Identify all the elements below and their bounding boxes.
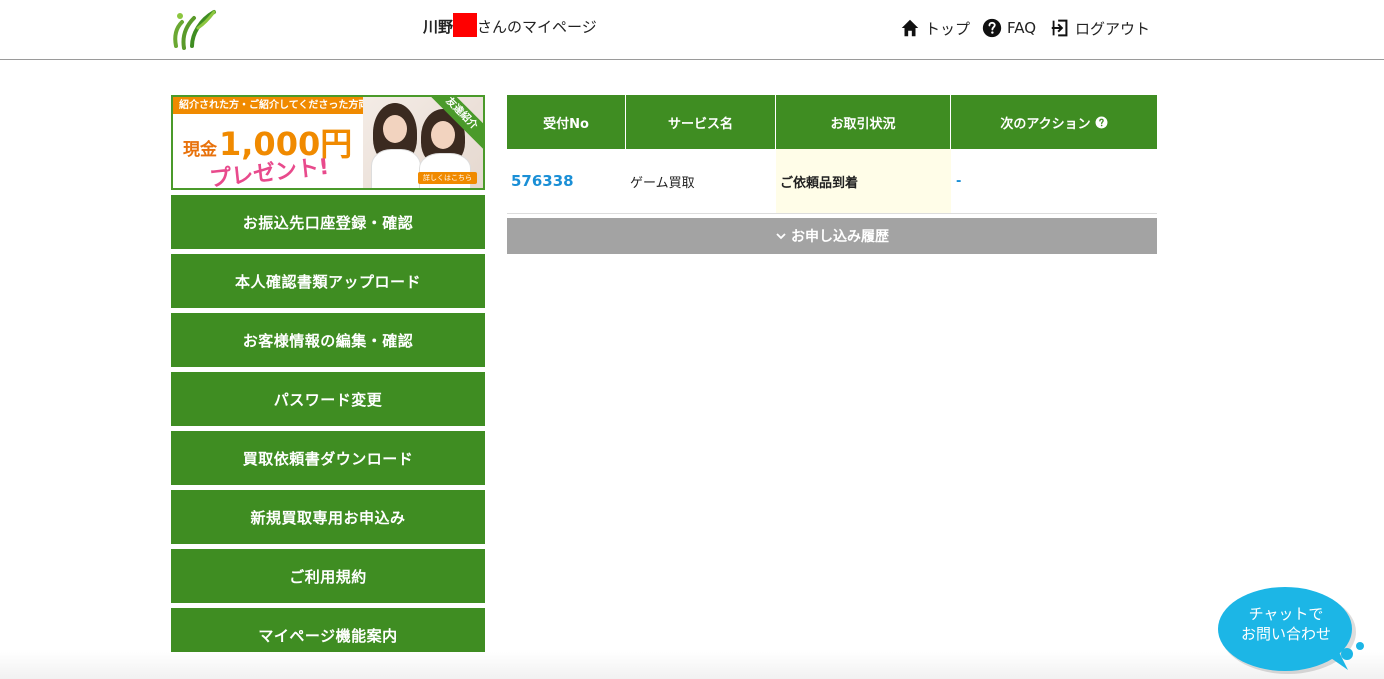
banner-detail-button[interactable]: 詳しくはこちら [418,172,477,184]
footer-fade [0,652,1384,679]
service-name-cell: ゲーム買取 [630,175,695,191]
header-reception-no: 受付No [507,95,626,149]
header-service-name: サービス名 [626,95,776,149]
sidebar-item-id-upload[interactable]: 本人確認書類アップロード [171,254,485,308]
nav-logout-label: ログアウト [1075,19,1151,38]
greeting-suffix: さんのマイページ [477,18,597,36]
sidebar-item-new-application[interactable]: 新規買取専用お申込み [171,490,485,544]
logout-icon [1051,19,1068,37]
nav-top-label: トップ [925,19,971,38]
reception-no-link[interactable]: 576338 [507,149,626,213]
nav-faq-label: FAQ [1007,19,1037,37]
chat-contact-label: チャットで お問い合わせ [1240,605,1331,643]
orders-table: 受付No サービス名 お取引状況 次のアクション 576338 ゲーム買取 ご依… [507,95,1157,214]
redaction-box [453,12,478,37]
help-circle-icon[interactable] [1095,116,1108,129]
nav-faq-link[interactable]: FAQ [981,17,1036,39]
greeting: 川野 さんのマイページ [423,12,597,37]
header-next-action-label: 次のアクション [1000,116,1091,132]
header-status: お取引状況 [776,95,951,149]
help-circle-icon [982,18,1002,38]
site-header: 川野 さんのマイページ トップ FAQ ログアウト [0,0,1384,60]
sidebar-item-customer-info[interactable]: お客様情報の編集・確認 [171,313,485,367]
home-icon [901,19,919,37]
sidebar-item-terms[interactable]: ご利用規約 [171,549,485,603]
next-action-cell: - [956,173,962,189]
sidebar-item-request-download[interactable]: 買取依頼書ダウンロード [171,431,485,485]
table-header: 受付No サービス名 お取引状況 次のアクション [507,95,1157,149]
header-next-action: 次のアクション [951,95,1157,149]
chevron-down-icon [776,233,786,240]
application-history-toggle[interactable]: お申し込み履歴 [507,218,1157,254]
application-history-label: お申し込み履歴 [791,229,889,245]
banner-cash-prefix: 現金 [183,140,217,160]
sprout-logo-icon[interactable] [170,6,222,50]
table-row: 576338 ゲーム買取 ご依頼品到着 - [507,149,1157,214]
referral-banner[interactable]: 紹介された方・ご紹介してくださった方両方に 現金1,000円 プレゼント! 友達… [171,95,485,190]
chat-contact-button[interactable]: チャットで お問い合わせ [1216,586,1370,678]
sidebar-item-bank-account[interactable]: お振込先口座登録・確認 [171,195,485,249]
greeting-surname: 川野 [423,18,454,36]
status-cell: ご依頼品到着 [776,149,951,213]
nav-top-link[interactable]: トップ [899,17,970,39]
nav-logout-link[interactable]: ログアウト [1049,17,1150,39]
sidebar-item-password[interactable]: パスワード変更 [171,372,485,426]
